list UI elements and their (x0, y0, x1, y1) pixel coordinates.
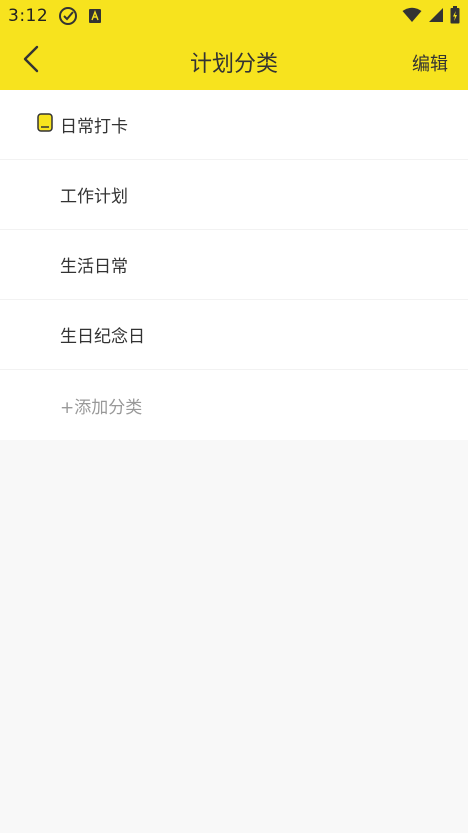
category-item-birthday-anniversary[interactable]: 生日纪念日 (0, 300, 468, 370)
status-time: 3:12 (8, 6, 49, 26)
status-bar: 3:12 (0, 0, 468, 32)
category-label: 工作计划 (60, 187, 128, 207)
signal-icon (428, 7, 444, 27)
status-right-icons (402, 6, 460, 28)
app-header: 计划分类 编辑 (0, 32, 468, 90)
check-circle-icon (58, 6, 78, 30)
wifi-icon (402, 7, 422, 27)
category-label: 生日纪念日 (60, 327, 145, 347)
app-screen: 3:12 计划分类 编辑 日常打卡 工作计划 生活日常 生日纪念日 +添加分类 (0, 0, 468, 833)
category-label: 生活日常 (60, 257, 128, 277)
accessibility-icon (88, 8, 102, 28)
category-label: 日常打卡 (60, 117, 128, 137)
category-item-work-plan[interactable]: 工作计划 (0, 160, 468, 230)
edit-button[interactable]: 编辑 (412, 50, 448, 76)
status-left-icons (58, 6, 102, 30)
add-category-button[interactable]: +添加分类 (0, 370, 468, 440)
category-item-daily-life[interactable]: 生活日常 (0, 230, 468, 300)
category-item-daily-checkin[interactable]: 日常打卡 (0, 90, 468, 160)
page-title: 计划分类 (189, 52, 278, 77)
battery-icon (450, 6, 460, 28)
add-category-label: +添加分类 (60, 397, 143, 418)
category-list: 日常打卡 工作计划 生活日常 生日纪念日 +添加分类 (0, 90, 468, 440)
selected-category-icon (37, 112, 53, 137)
